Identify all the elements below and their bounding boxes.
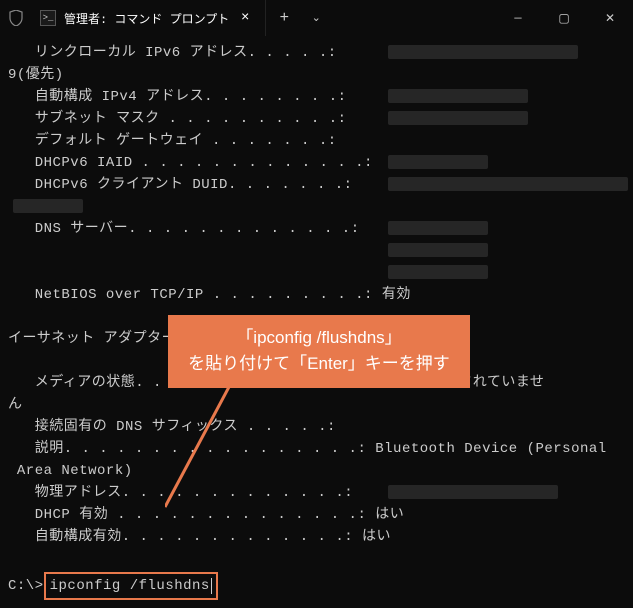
terminal-line: ん xyxy=(8,394,625,416)
tab-close-button[interactable]: × xyxy=(237,10,253,26)
redacted-block xyxy=(13,199,83,213)
command-highlight-box: ipconfig /flushdns xyxy=(44,572,218,600)
terminal-line: 接続固有の DNS サフィックス . . . . .: xyxy=(8,416,625,438)
title-bar: >_ 管理者: コマンド プロンプト × + ⌄ — ▢ ✕ xyxy=(0,0,633,36)
terminal-line: 物理アドレス. . . . . . . . . . . . .: xyxy=(8,482,625,504)
prompt-line[interactable]: C:\> ipconfig /flushdns xyxy=(8,572,625,600)
redacted-block xyxy=(388,485,558,499)
terminal-line: DNS サーバー. . . . . . . . . . . . .: xyxy=(8,218,625,240)
terminal-line: DHCPv6 IAID . . . . . . . . . . . . .: xyxy=(8,152,625,174)
prompt-prefix: C:\> xyxy=(8,575,44,597)
terminal-line: NetBIOS over TCP/IP . . . . . . . . .: 有… xyxy=(8,284,625,306)
new-tab-button[interactable]: + xyxy=(266,0,302,36)
text-cursor xyxy=(211,578,212,594)
cmd-icon: >_ xyxy=(40,10,56,26)
callout-line-2: を貼り付けて「Enter」キーを押す xyxy=(180,351,458,377)
terminal-line xyxy=(8,262,625,284)
redacted-block xyxy=(388,89,528,103)
redacted-block xyxy=(388,265,488,279)
terminal-tab[interactable]: >_ 管理者: コマンド プロンプト × xyxy=(32,0,266,36)
terminal-line xyxy=(8,548,625,570)
minimize-button[interactable]: — xyxy=(495,0,541,36)
maximize-button[interactable]: ▢ xyxy=(541,0,587,36)
window-close-button[interactable]: ✕ xyxy=(587,0,633,36)
redacted-block xyxy=(388,243,488,257)
redacted-block xyxy=(388,45,578,59)
terminal-line: 9(優先) xyxy=(8,64,625,86)
terminal-line xyxy=(8,240,625,262)
terminal-line: デフォルト ゲートウェイ . . . . . . .: xyxy=(8,130,625,152)
tab-dropdown-button[interactable]: ⌄ xyxy=(302,0,330,36)
redacted-block xyxy=(388,221,488,235)
terminal-line: リンクローカル IPv6 アドレス. . . . .: xyxy=(8,42,625,64)
terminal-line: DHCPv6 クライアント DUID. . . . . . .: xyxy=(8,174,625,196)
terminal-line xyxy=(8,196,625,218)
terminal-line: 自動構成有効. . . . . . . . . . . . .: はい xyxy=(8,526,625,548)
instruction-callout: 「ipconfig /flushdns」 を貼り付けて「Enter」キーを押す xyxy=(168,315,470,388)
callout-line-1: 「ipconfig /flushdns」 xyxy=(180,325,458,351)
terminal-line: 自動構成 IPv4 アドレス. . . . . . . .: xyxy=(8,86,625,108)
redacted-block xyxy=(388,155,488,169)
terminal-line: Area Network) xyxy=(8,460,625,482)
shield-icon xyxy=(0,0,32,36)
terminal-line: サブネット マスク . . . . . . . . . .: xyxy=(8,108,625,130)
titlebar-drag-area[interactable] xyxy=(330,0,495,36)
redacted-block xyxy=(388,111,528,125)
terminal-line: 説明. . . . . . . . . . . . . . . . .: Blu… xyxy=(8,438,625,460)
terminal-line: DHCP 有効 . . . . . . . . . . . . . .: はい xyxy=(8,504,625,526)
redacted-block xyxy=(388,177,628,191)
tab-title: 管理者: コマンド プロンプト xyxy=(64,10,229,27)
typed-command: ipconfig /flushdns xyxy=(50,575,210,597)
